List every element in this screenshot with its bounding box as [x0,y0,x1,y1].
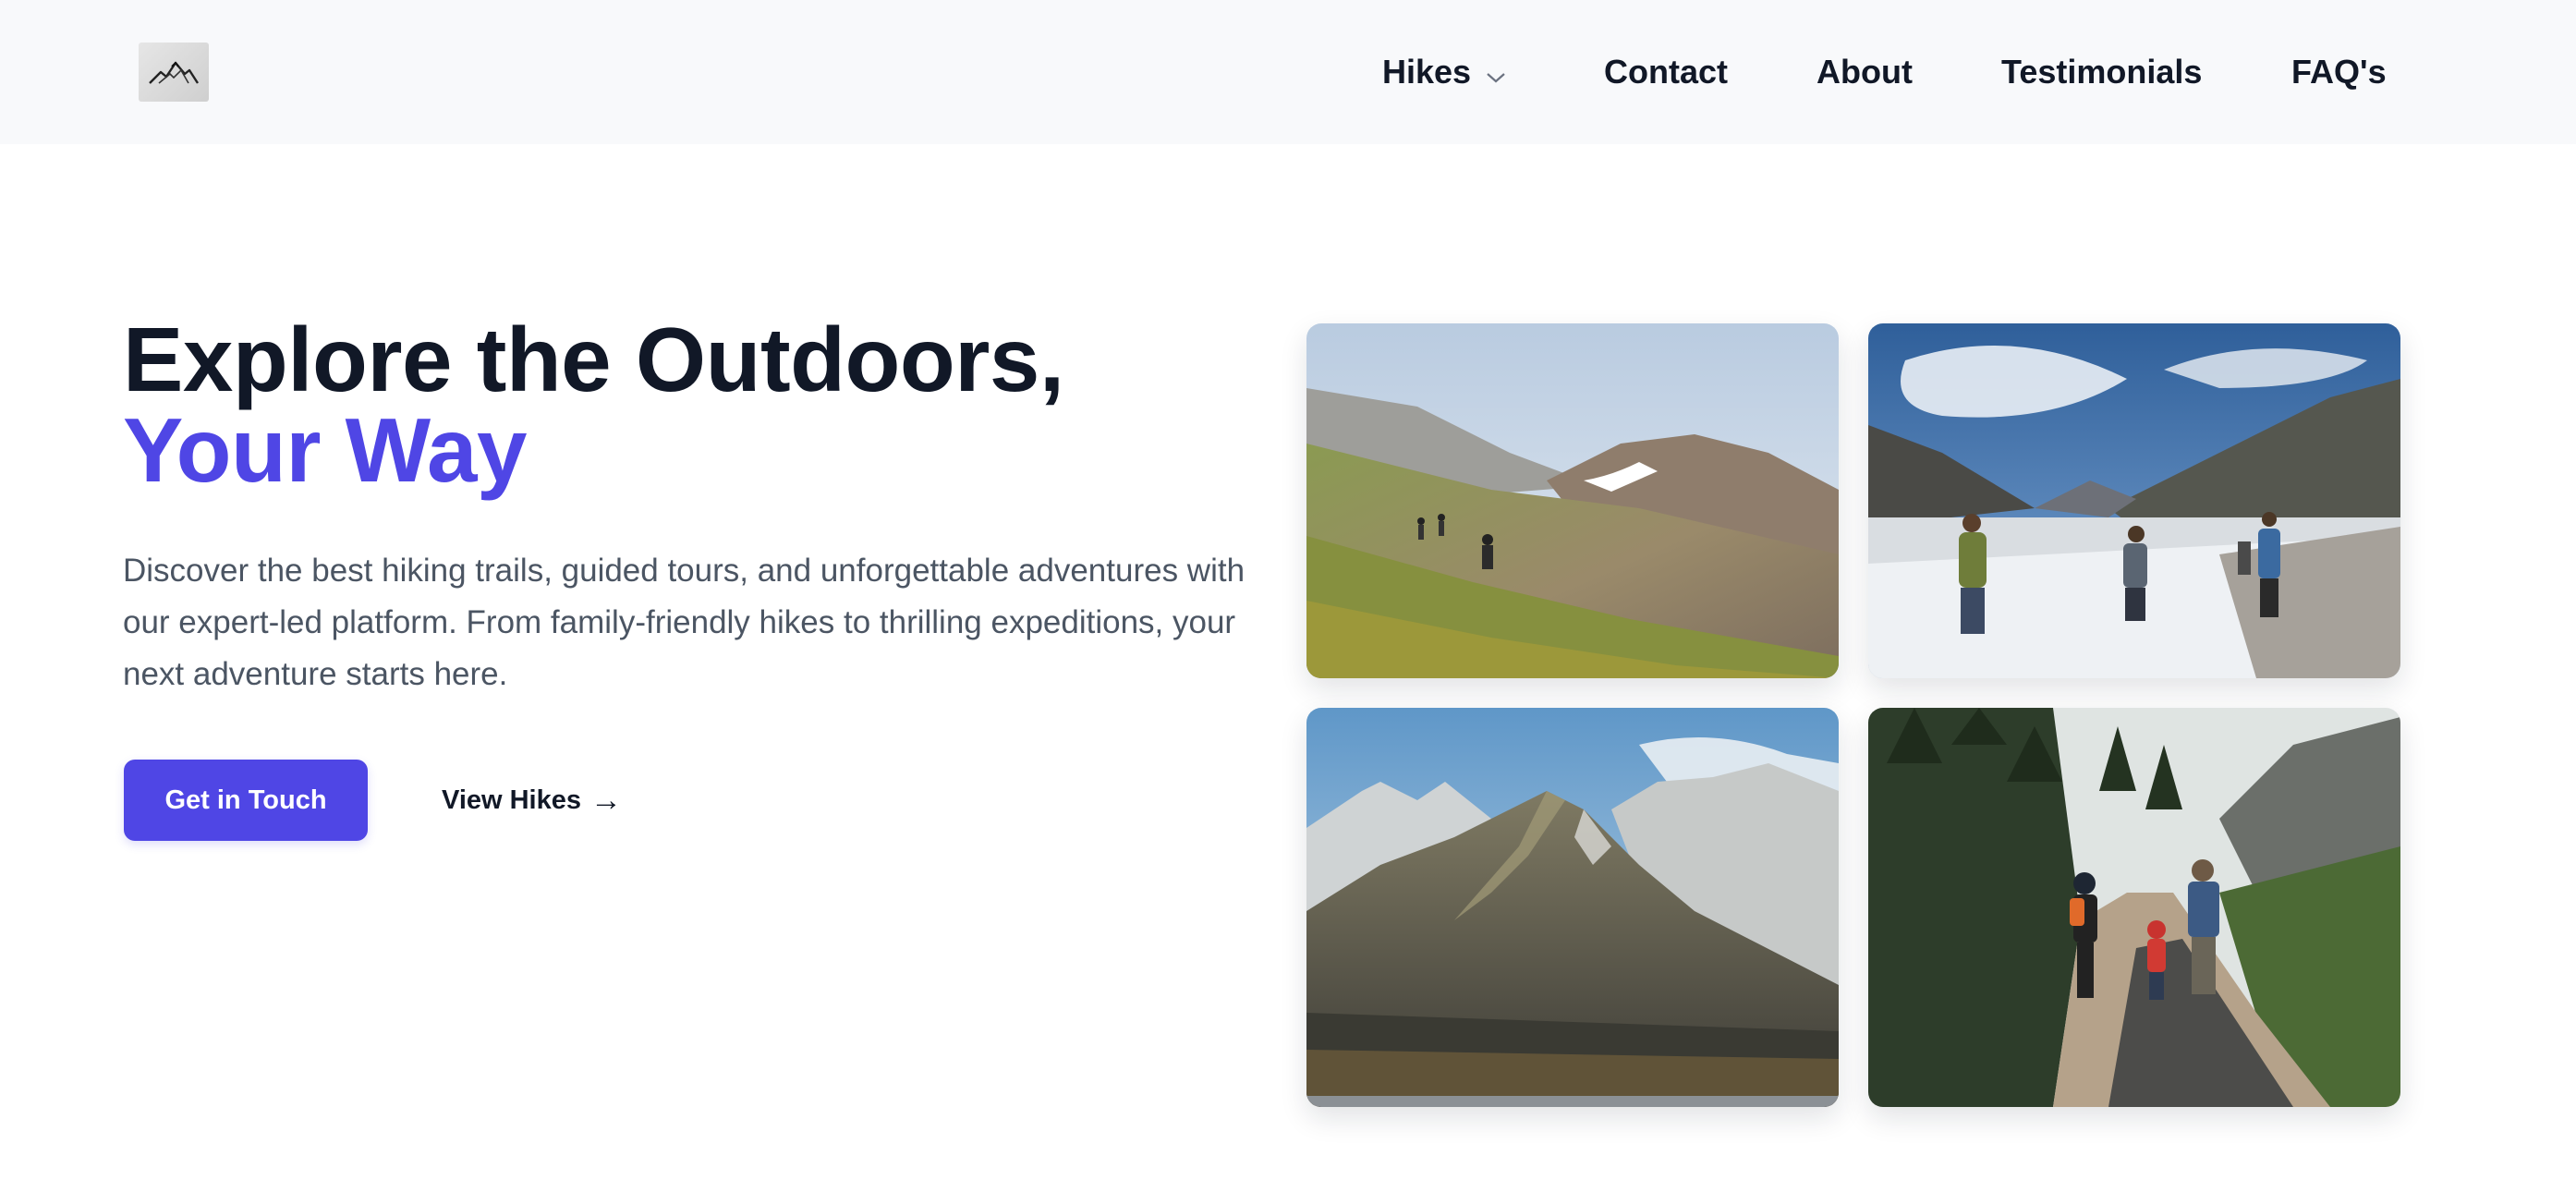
hero-description: Discover the best hiking trails, guided … [123,553,1245,692]
nav-faq[interactable]: FAQ's [2291,44,2387,100]
hero-title: Explore the Outdoors, Your Way [123,314,1064,495]
nav-about-label: About [1817,53,1913,91]
nav-contact[interactable]: Contact [1604,44,1728,100]
chevron-down-icon[interactable] [1486,54,1506,92]
nav-about[interactable]: About [1817,44,1913,100]
nav-faq-label: FAQ's [2291,53,2387,91]
nav-hikes-label: Hikes [1382,53,1472,91]
hero-title-line2: Your Way [123,399,528,501]
snowy-mountain-peaks-photo [1306,708,1839,1107]
hikers-on-grassy-ridge-photo [1306,323,1839,678]
nav-testimonials-label: Testimonials [2001,53,2203,91]
mountain-logo-icon[interactable] [139,43,209,102]
nav-contact-label: Contact [1604,53,1728,91]
site-header: Hikes Contact About Testimonials FAQ's [0,0,2576,144]
get-in-touch-label: Get in Touch [164,785,327,815]
nav-testimonials[interactable]: Testimonials [2001,44,2202,100]
hero-title-line1: Explore the Outdoors, [123,309,1064,410]
nav-hikes[interactable]: Hikes [1382,44,1506,100]
view-hikes-link[interactable]: View Hikes → [442,776,622,824]
view-hikes-label: View Hikes [442,785,582,815]
get-in-touch-button[interactable]: Get in Touch [124,760,368,841]
family-walking-forest-trail-photo [1868,708,2400,1107]
arrow-right-icon: → [590,782,623,818]
group-hiking-snowy-valley-photo [1868,323,2400,678]
